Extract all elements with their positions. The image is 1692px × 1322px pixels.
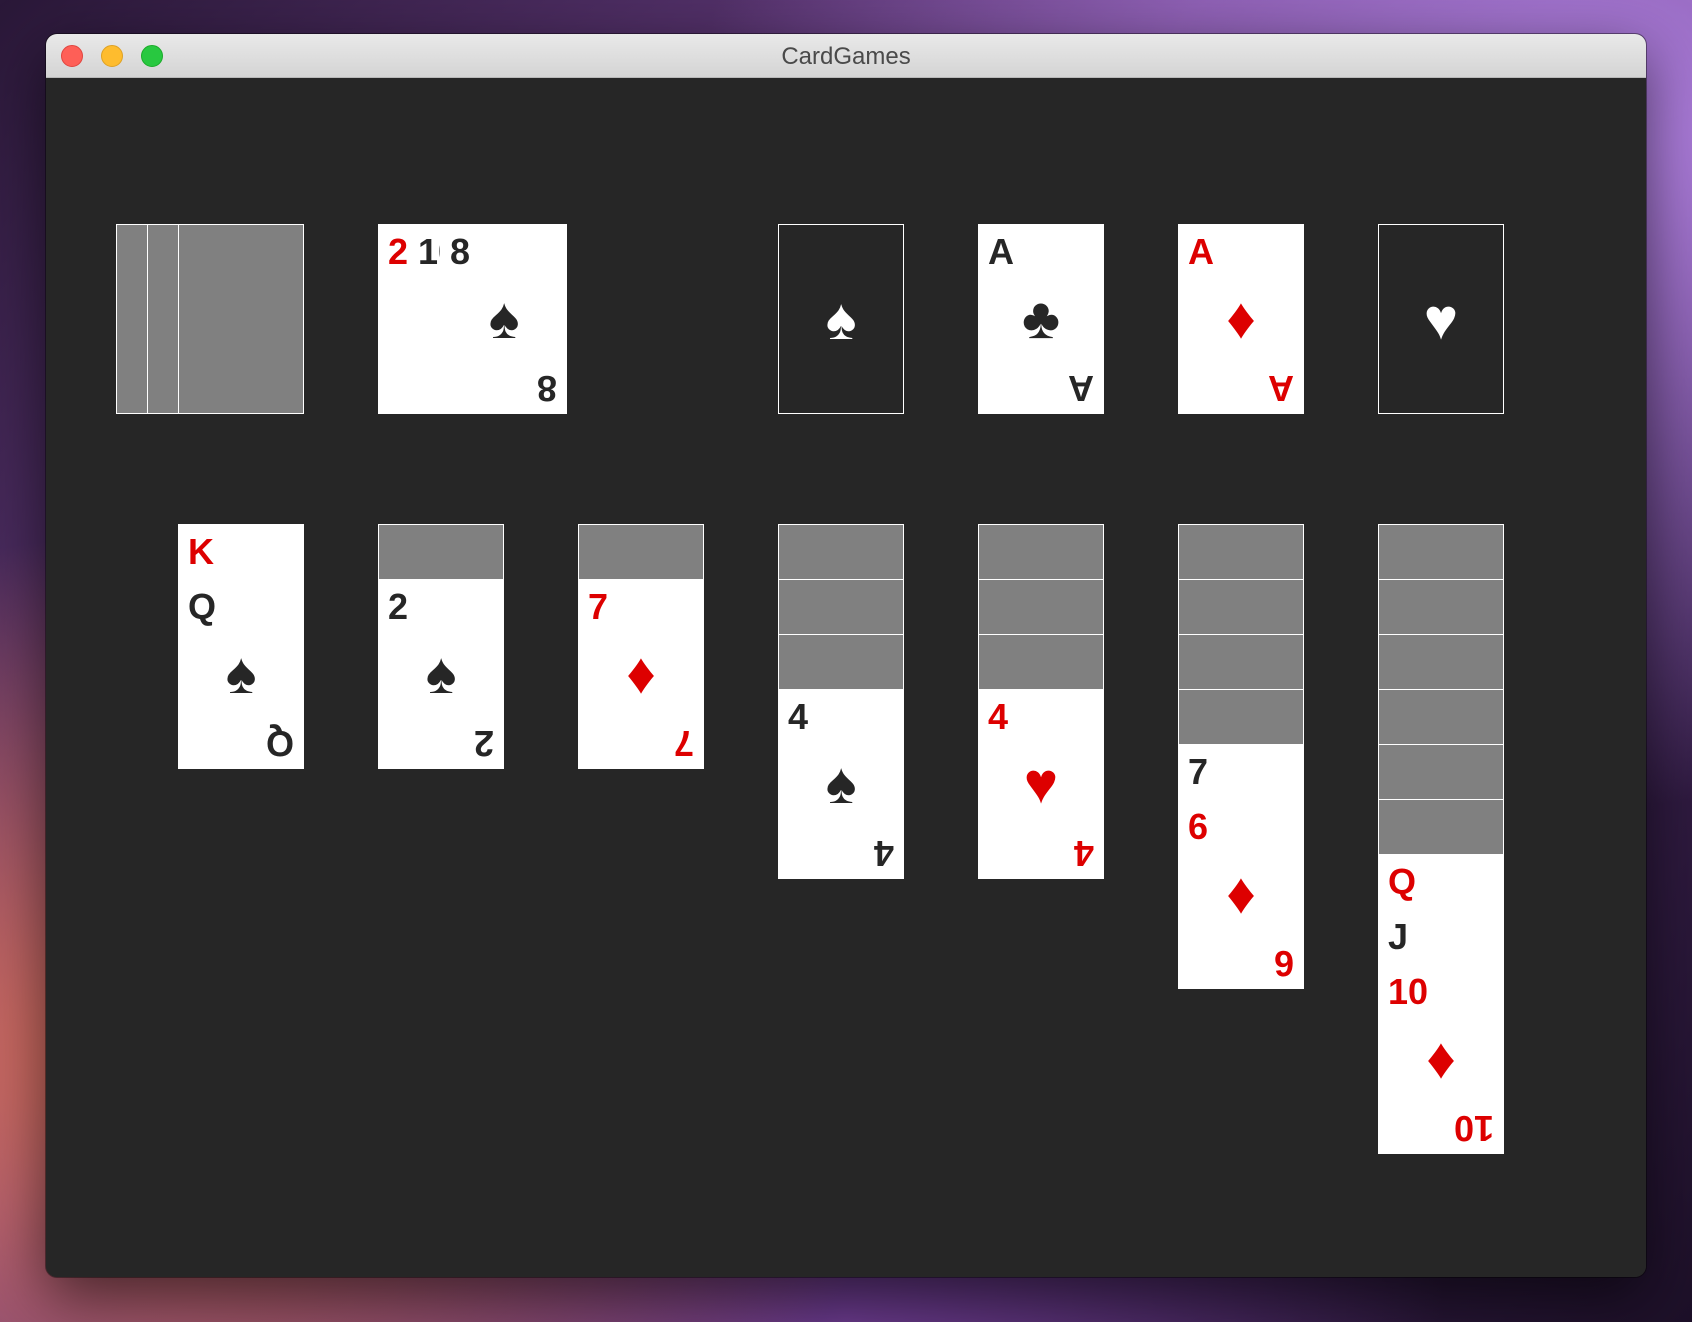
- card-rank: Q: [188, 586, 217, 627]
- card-rank-inverted: A: [1068, 368, 1094, 409]
- waste-back-rank: 2: [388, 231, 409, 272]
- card-rank: A: [988, 231, 1014, 272]
- card-rank: 4: [988, 696, 1009, 737]
- card-rank-inverted: 6: [1273, 943, 1294, 984]
- tableau-card[interactable]: 10 ♦ 10: [1378, 964, 1504, 1154]
- card-rank-inverted: 2: [473, 723, 494, 764]
- spade-icon: ♠: [425, 641, 457, 706]
- title-bar[interactable]: CardGames: [46, 34, 1646, 78]
- spade-icon: ♠: [225, 641, 257, 706]
- tableau-card[interactable]: 2 ♠ 2: [378, 579, 504, 769]
- card-rank: 2: [388, 586, 409, 627]
- card-rank: 7: [1188, 751, 1209, 792]
- stock-card[interactable]: [116, 224, 148, 414]
- card-rank: 6: [1188, 806, 1209, 847]
- tableau-card[interactable]: 6 ♦ 6: [1178, 799, 1304, 989]
- foundation-clubs[interactable]: A ♣ A: [978, 224, 1104, 414]
- app-window: CardGames 2 10 8 ♠ 8 ♠ A ♣ A A ♦ A ♥: [46, 34, 1646, 1277]
- tableau-card[interactable]: Q ♠ Q: [178, 579, 304, 769]
- club-icon: ♣: [1021, 286, 1061, 351]
- waste-top-rank-inverted: 8: [536, 368, 557, 409]
- card-rank-inverted: A: [1268, 368, 1294, 409]
- card-rank: A: [1188, 231, 1214, 272]
- card-rank-inverted: Q: [265, 723, 294, 764]
- card-rank: 10: [1388, 971, 1429, 1012]
- tableau-card[interactable]: 4 ♥ 4: [978, 689, 1104, 879]
- card-rank-inverted: 4: [1073, 833, 1094, 874]
- card-rank-inverted: 4: [873, 833, 894, 874]
- diamond-icon: ♦: [1226, 861, 1256, 926]
- card-rank: 4: [788, 696, 809, 737]
- card-rank: J: [1388, 916, 1409, 957]
- card-rank-inverted: 7: [673, 723, 694, 764]
- stock-card[interactable]: [147, 224, 179, 414]
- heart-icon: ♥: [1023, 751, 1059, 816]
- card-rank: Q: [1388, 861, 1417, 902]
- waste-top-rank: 8: [450, 231, 471, 272]
- stock-pile-top[interactable]: [178, 224, 304, 414]
- diamond-icon: ♦: [1426, 1026, 1456, 1091]
- diamond-icon: ♦: [626, 641, 656, 706]
- card-rank: K: [188, 531, 214, 572]
- spade-icon: ♠: [488, 286, 520, 351]
- tableau-card[interactable]: 7 ♦ 7: [578, 579, 704, 769]
- tableau-card[interactable]: 4 ♠ 4: [778, 689, 904, 879]
- window-title: CardGames: [781, 43, 911, 70]
- spade-icon: ♠: [825, 287, 857, 352]
- foundation-hearts-slot[interactable]: ♥: [1378, 224, 1504, 414]
- foundation-diamonds[interactable]: A ♦ A: [1178, 224, 1304, 414]
- game-table: 2 10 8 ♠ 8 ♠ A ♣ A A ♦ A ♥ KQ♠Q2♠27♦74♠4…: [46, 78, 1646, 1277]
- waste-back-rank: 10: [418, 231, 440, 272]
- spade-icon: ♠: [825, 751, 857, 816]
- heart-icon: ♥: [1423, 287, 1459, 352]
- card-rank-inverted: 10: [1453, 1108, 1494, 1149]
- waste-pile[interactable]: 2 10 8 ♠ 8: [378, 224, 567, 414]
- diamond-icon: ♦: [1226, 286, 1256, 351]
- card-rank: 7: [588, 586, 609, 627]
- foundation-spades-slot[interactable]: ♠: [778, 224, 904, 414]
